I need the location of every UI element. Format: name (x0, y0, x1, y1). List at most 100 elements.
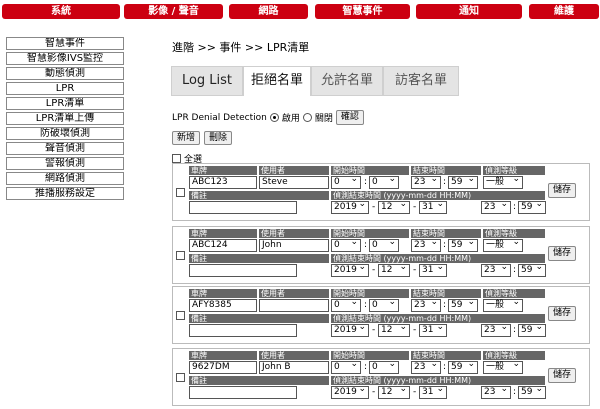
denial-detection: LPR Denial Detection 啟用 關閉 確認 (172, 110, 364, 125)
expiry-day-select[interactable]: 31 (419, 199, 447, 214)
end-hour-select[interactable]: 23 (411, 237, 441, 252)
delete-button[interactable]: 刪除 (204, 131, 233, 145)
end-hour-select[interactable]: 23 (411, 359, 441, 374)
save-button[interactable]: 儲存 (548, 246, 577, 261)
expiry-day-select[interactable]: 31 (419, 322, 447, 337)
disable-radio[interactable] (302, 113, 312, 122)
expiry-hour-select[interactable]: 23 (481, 199, 511, 214)
start-minute-select[interactable]: 0 (369, 237, 399, 252)
nav-tab-smart-event[interactable]: 智慧事件 (315, 4, 410, 19)
user-input[interactable]: John B (259, 361, 329, 374)
expiry-year-select[interactable]: 2019 (331, 322, 369, 337)
nav-tab-network[interactable]: 網路 (229, 4, 308, 19)
sidebar-item-audio[interactable]: 聲音偵測 (6, 142, 124, 155)
sidebar-item-push[interactable]: 推播服務設定 (6, 187, 124, 200)
plate-input[interactable]: ABC124 (189, 239, 257, 252)
expiry-date-dash: - (413, 202, 417, 212)
save-button[interactable]: 儲存 (548, 183, 577, 198)
expiry-minute-select[interactable]: 59 (518, 262, 546, 277)
record-checkbox[interactable] (176, 188, 185, 197)
enable-radio[interactable] (269, 113, 279, 122)
expiry-date-dash: - (372, 265, 376, 275)
end-minute-select[interactable]: 59 (448, 237, 478, 252)
expiry-year-select[interactable]: 2019 (331, 262, 369, 277)
nav-tab-video-audio[interactable]: 影像 / 聲音 (124, 4, 223, 19)
expiry-hour-select[interactable]: 23 (481, 322, 511, 337)
expiry-month-select[interactable]: 12 (378, 199, 410, 214)
record-checkbox[interactable] (176, 311, 185, 320)
end-hour-select[interactable]: 23 (411, 174, 441, 189)
expiry-minute-select[interactable]: 59 (518, 384, 546, 399)
expiry-time-colon: : (513, 202, 517, 212)
expiry-day-select[interactable]: 31 (419, 262, 447, 277)
tab-visitor-list[interactable]: 訪客名單 (383, 66, 459, 96)
record-checkbox[interactable] (176, 373, 185, 382)
save-button[interactable]: 儲存 (548, 306, 577, 321)
select-all-checkbox[interactable] (172, 154, 181, 163)
level-select[interactable]: 一般 (483, 174, 523, 189)
expiry-day-select[interactable]: 31 (419, 384, 447, 399)
confirm-button[interactable]: 確認 (335, 110, 364, 125)
sidebar-item-motion[interactable]: 動態偵測 (6, 67, 124, 80)
sidebar-item-smart-event[interactable]: 智慧事件 (6, 37, 124, 50)
plate-input[interactable]: AFY8385 (189, 299, 257, 312)
save-button[interactable]: 儲存 (548, 368, 577, 383)
expiry-month-select[interactable]: 12 (378, 322, 410, 337)
start-minute-select[interactable]: 0 (369, 359, 399, 374)
start-minute-select[interactable]: 0 (369, 174, 399, 189)
level-select[interactable]: 一般 (483, 359, 523, 374)
end-minute-select[interactable]: 59 (448, 174, 478, 189)
user-input[interactable] (259, 299, 329, 312)
record-row: 車牌 使用者 開始時間 結束時間 偵測等級 ABC123 Steve 0 : 0… (172, 163, 590, 221)
plate-input[interactable]: ABC123 (189, 176, 257, 189)
level-select[interactable]: 一般 (483, 237, 523, 252)
sidebar-item-ivs[interactable]: 智慧影像IVS監控 (6, 52, 124, 65)
note-input[interactable] (189, 386, 297, 399)
plate-input[interactable]: 9627DM (189, 361, 257, 374)
expiry-month-select[interactable]: 12 (378, 262, 410, 277)
tab-deny-list[interactable]: 拒絕名單 (243, 66, 311, 96)
note-input[interactable] (189, 201, 297, 214)
breadcrumb: 進階 >> 事件 >> LPR清單 (172, 41, 310, 54)
start-hour-select[interactable]: 0 (331, 297, 361, 312)
sidebar-item-lpr[interactable]: LPR (6, 82, 124, 95)
expiry-month-select[interactable]: 12 (378, 384, 410, 399)
note-input[interactable] (189, 324, 297, 337)
start-header: 開始時間 (331, 229, 409, 238)
nav-tab-system[interactable]: 系統 (2, 4, 120, 19)
note-input[interactable] (189, 264, 297, 277)
start-hour-select[interactable]: 0 (331, 237, 361, 252)
plate-header: 車牌 (189, 166, 257, 175)
expiry-minute-select[interactable]: 59 (518, 199, 546, 214)
start-hour-select[interactable]: 0 (331, 359, 361, 374)
tab-allow-list[interactable]: 允許名單 (311, 66, 383, 96)
expiry-hour-select[interactable]: 23 (481, 262, 511, 277)
expiry-date-dash: - (413, 265, 417, 275)
expiry-hour-select[interactable]: 23 (481, 384, 511, 399)
start-hour-select[interactable]: 0 (331, 174, 361, 189)
record-row: 車牌 使用者 開始時間 結束時間 偵測等級 AFY8385 0 : 0 23 :… (172, 286, 590, 344)
end-minute-select[interactable]: 59 (448, 359, 478, 374)
end-hour-select[interactable]: 23 (411, 297, 441, 312)
add-button[interactable]: 新增 (172, 131, 201, 145)
start-minute-select[interactable]: 0 (369, 297, 399, 312)
expiry-minute-select[interactable]: 59 (518, 322, 546, 337)
tab-log-list[interactable]: Log List (171, 66, 243, 96)
user-input[interactable]: Steve (259, 176, 329, 189)
expiry-year-select[interactable]: 2019 (331, 199, 369, 214)
start-header: 開始時間 (331, 351, 409, 360)
user-input[interactable]: John (259, 239, 329, 252)
expiry-year-select[interactable]: 2019 (331, 384, 369, 399)
nav-tab-maintenance[interactable]: 維護 (529, 4, 599, 19)
sidebar-item-alarm[interactable]: 警報偵測 (6, 157, 124, 170)
end-time-colon: : (443, 240, 447, 250)
sidebar-item-network[interactable]: 網路偵測 (6, 172, 124, 185)
record-checkbox[interactable] (176, 251, 185, 260)
sidebar-item-tamper[interactable]: 防破壞偵測 (6, 127, 124, 140)
end-time-colon: : (443, 177, 447, 187)
end-minute-select[interactable]: 59 (448, 297, 478, 312)
nav-tab-notification[interactable]: 通知 (416, 4, 522, 19)
level-select[interactable]: 一般 (483, 297, 523, 312)
sidebar-item-lpr-list[interactable]: LPR清單 (6, 97, 124, 110)
sidebar-item-lpr-upload[interactable]: LPR清單上傳 (6, 112, 124, 125)
